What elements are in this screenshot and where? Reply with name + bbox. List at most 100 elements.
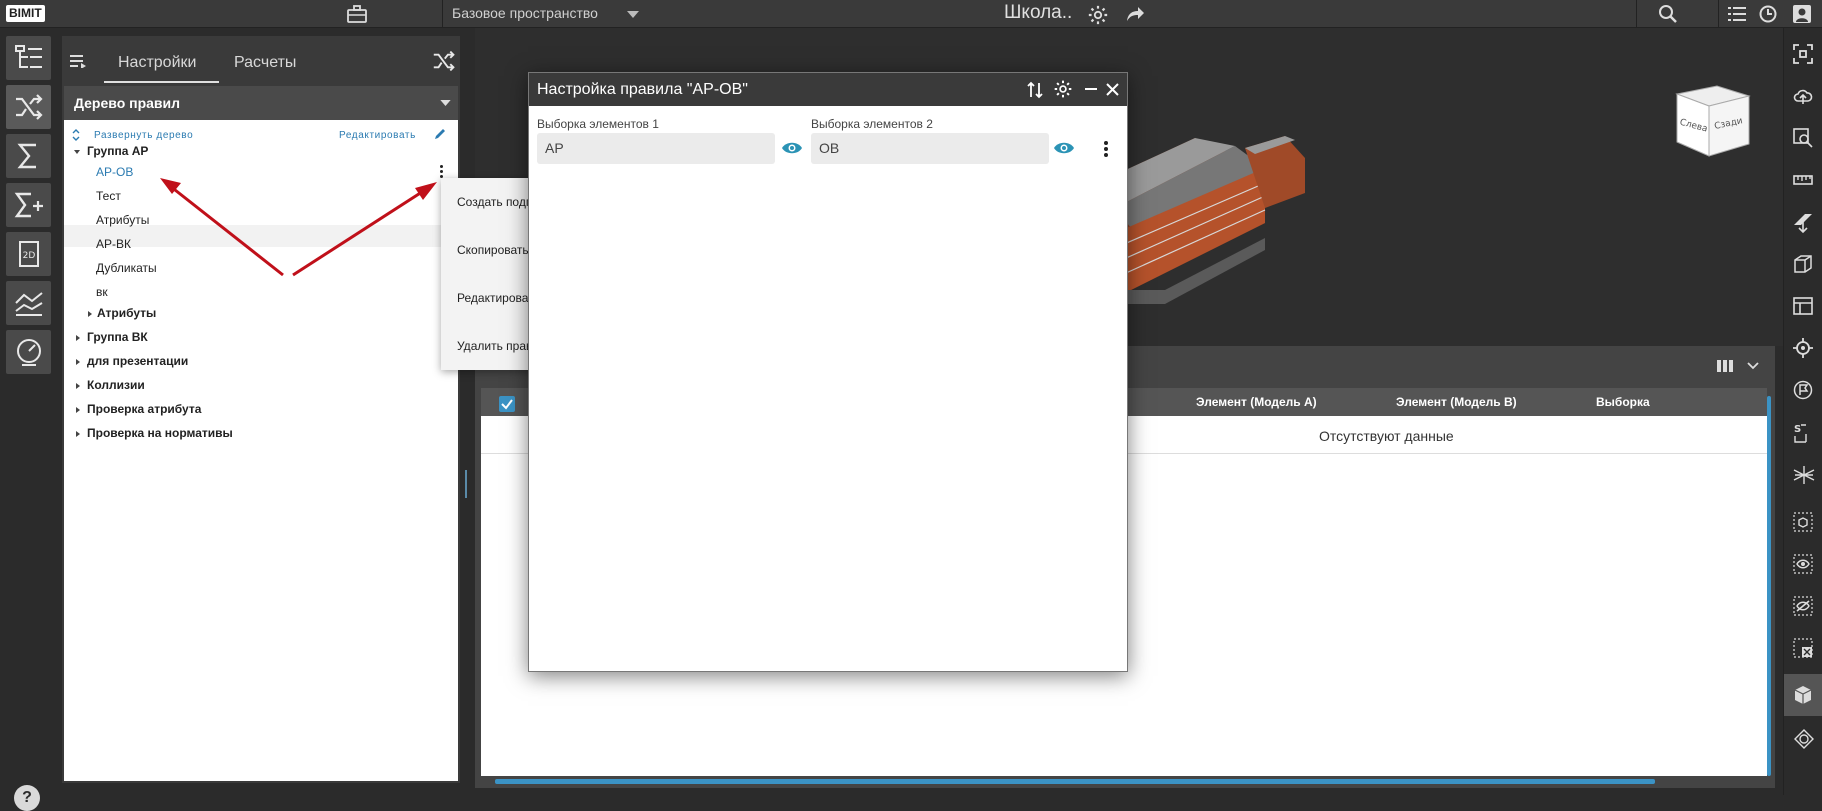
- column-selection[interactable]: Выборка: [1596, 395, 1650, 409]
- caret-down-icon[interactable]: [74, 150, 80, 154]
- expand-tree-link[interactable]: Развернуть дерево: [94, 130, 193, 141]
- grid-planes-icon[interactable]: [1793, 464, 1815, 486]
- menu-icon[interactable]: [70, 54, 86, 68]
- minimize-icon[interactable]: [1085, 88, 1097, 90]
- target-icon[interactable]: [1793, 338, 1813, 358]
- snap-icon[interactable]: S: [1793, 422, 1813, 444]
- divider: [1718, 0, 1719, 28]
- selection1-field[interactable]: АР: [537, 133, 775, 164]
- selection1-label: Выборка элементов 1: [537, 117, 659, 131]
- list-icon[interactable]: [1727, 4, 1747, 24]
- empty-message: Отсутствуют данные: [1319, 428, 1454, 444]
- left-toolbar: 2D ?: [0, 28, 56, 811]
- chart-line-icon: [15, 292, 43, 316]
- notifications-icon[interactable]: [1758, 4, 1778, 24]
- share-icon[interactable]: [1124, 4, 1146, 24]
- gear-icon[interactable]: [1087, 4, 1109, 26]
- tree-group-collisions[interactable]: Коллизии: [87, 378, 145, 392]
- tree-item-duplicates[interactable]: Дубликаты: [96, 261, 157, 275]
- isolate-box-icon[interactable]: [1793, 512, 1813, 532]
- caret-right-icon[interactable]: [76, 407, 80, 413]
- caret-right-icon[interactable]: [76, 431, 80, 437]
- divider: [1636, 0, 1637, 28]
- tree-icon: [15, 45, 42, 68]
- tree-item-ar-vk[interactable]: АР-ВК: [96, 237, 131, 251]
- active-tab-indicator: [104, 81, 219, 83]
- workspace-select[interactable]: Базовое пространство: [452, 0, 598, 28]
- tree-item-test[interactable]: Тест: [96, 189, 121, 203]
- chevron-down-icon[interactable]: [627, 11, 639, 18]
- tree-item-attributes[interactable]: Атрибуты: [96, 213, 149, 227]
- zoom-selection-icon[interactable]: [1793, 128, 1813, 148]
- svg-text:2D: 2D: [23, 251, 36, 261]
- column-element-b[interactable]: Элемент (Модель B): [1396, 395, 1517, 409]
- close-icon[interactable]: [1106, 83, 1119, 96]
- top-bar: BIMIT Базовое пространство Школа..: [0, 0, 1822, 28]
- eye-icon[interactable]: [1053, 141, 1075, 155]
- search-icon[interactable]: [1658, 4, 1678, 24]
- more-vert-icon[interactable]: [1104, 141, 1108, 159]
- tab-calculations[interactable]: Расчеты: [234, 54, 296, 72]
- eye-icon[interactable]: [781, 141, 803, 155]
- tree-group-norms-check[interactable]: Проверка на нормативы: [87, 426, 233, 440]
- tree-group-vk[interactable]: Группа ВК: [87, 330, 148, 344]
- model-tree-button[interactable]: [6, 36, 51, 80]
- pencil-icon[interactable]: [434, 127, 447, 140]
- caret-right-icon[interactable]: [76, 359, 80, 365]
- vertical-scrollbar[interactable]: [1767, 396, 1771, 776]
- fit-view-icon[interactable]: [1793, 44, 1813, 64]
- selection2-field[interactable]: ОВ: [811, 133, 1049, 164]
- horizontal-scrollbar[interactable]: [495, 779, 1655, 784]
- chevron-down-icon[interactable]: [440, 100, 451, 106]
- expand-tree-icon[interactable]: [72, 129, 80, 141]
- caret-right-icon[interactable]: [76, 335, 80, 341]
- tree-item-ar-ov[interactable]: АР-ОВ: [96, 165, 133, 179]
- rule-tree-dropdown[interactable]: Дерево правил: [64, 86, 458, 120]
- floor-plan-icon[interactable]: [1793, 296, 1813, 316]
- tree-group-attribute-check[interactable]: Проверка атрибута: [87, 402, 201, 416]
- edit-tree-link[interactable]: Редактировать: [339, 130, 416, 141]
- caret-right-icon[interactable]: [88, 311, 92, 317]
- cloud-upload-icon[interactable]: [1793, 86, 1813, 106]
- columns-icon[interactable]: [1717, 360, 1733, 372]
- project-title: Школа..: [1004, 2, 1073, 23]
- gauge-icon: [17, 339, 41, 366]
- dialog-titlebar[interactable]: Настройка правила "АР-ОВ": [529, 73, 1127, 106]
- view-cube[interactable]: Слева Сзади: [1673, 82, 1751, 160]
- dashboard-button[interactable]: [6, 330, 51, 374]
- tree-subgroup-attributes[interactable]: Атрибуты: [97, 306, 156, 320]
- tree-group-presentation[interactable]: для презентации: [87, 354, 188, 368]
- shuffle-icon[interactable]: [432, 50, 456, 72]
- xray-view-icon[interactable]: [1793, 728, 1815, 750]
- chevron-down-icon[interactable]: [1747, 362, 1759, 370]
- sort-icon[interactable]: [1027, 81, 1043, 99]
- ruler-icon[interactable]: [1793, 170, 1813, 190]
- briefcase-icon[interactable]: [346, 4, 368, 24]
- drawings-2d-button[interactable]: 2D: [6, 232, 51, 276]
- tree-item-vk[interactable]: вк: [96, 285, 108, 299]
- flag-icon[interactable]: [1793, 380, 1813, 400]
- tab-settings[interactable]: Настройки: [118, 54, 196, 72]
- charts-button[interactable]: [6, 281, 51, 325]
- rule-settings-dialog: Настройка правила "АР-ОВ" Выборка элемен…: [528, 72, 1128, 672]
- sum-button[interactable]: [6, 134, 51, 178]
- solid-view-button[interactable]: [1784, 674, 1822, 716]
- user-icon[interactable]: [1792, 4, 1812, 24]
- show-selected-icon[interactable]: [1793, 554, 1813, 574]
- help-icon[interactable]: ?: [14, 785, 40, 811]
- section-plane-icon[interactable]: [1793, 212, 1813, 234]
- panel-resize-handle[interactable]: [465, 470, 467, 498]
- column-element-a[interactable]: Элемент (Модель А): [1196, 395, 1317, 409]
- rules-button[interactable]: [6, 85, 51, 129]
- cube-icon: [1794, 686, 1812, 704]
- sum-plus-button[interactable]: [6, 183, 51, 227]
- tree-group-ar[interactable]: Группа АР: [87, 144, 148, 158]
- dialog-title: Настройка правила "АР-ОВ": [537, 81, 748, 98]
- caret-right-icon[interactable]: [76, 383, 80, 389]
- clear-selection-icon[interactable]: [1793, 638, 1813, 658]
- section-box-icon[interactable]: [1793, 254, 1813, 274]
- panel-tabs: Настройки Расчеты: [62, 36, 460, 83]
- gear-icon[interactable]: [1053, 79, 1073, 99]
- hide-selected-icon[interactable]: [1793, 596, 1813, 616]
- select-all-checkbox[interactable]: [499, 396, 515, 412]
